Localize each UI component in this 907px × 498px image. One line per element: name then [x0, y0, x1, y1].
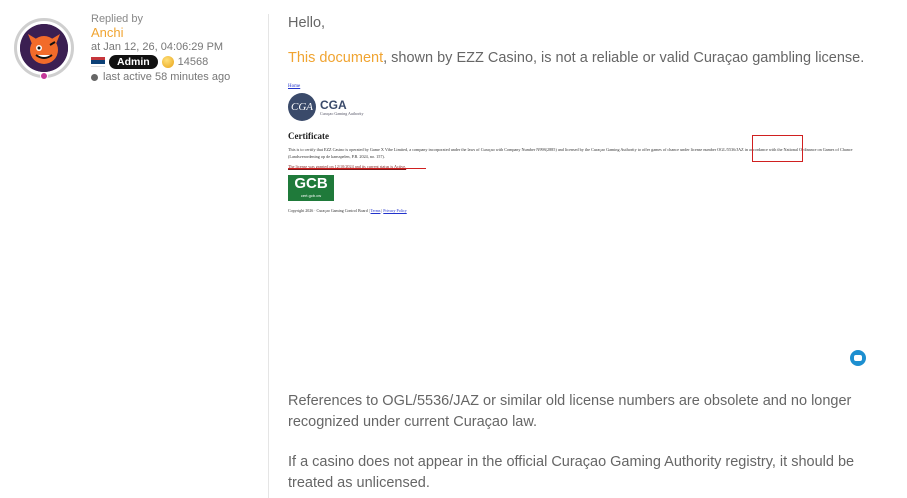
- points-count: 14568: [177, 56, 209, 68]
- copyright-text: Copyright 2026 · Curaçao Gaming Control …: [288, 208, 370, 213]
- post-date: at Jan 12, 26, 04:06:29 PM: [91, 41, 224, 53]
- coin-icon: [161, 56, 174, 68]
- avatar[interactable]: [14, 18, 74, 78]
- gcb-logo-text: GCB: [294, 175, 328, 192]
- certificate-heading: Certificate: [288, 131, 329, 141]
- cga-title: CGA: [320, 98, 347, 112]
- last-active-text: last active 58 minutes ago: [103, 71, 231, 83]
- username-link[interactable]: Anchi: [91, 26, 230, 40]
- privacy-link: Privacy Policy: [383, 208, 407, 213]
- role-badge: Admin: [109, 55, 158, 69]
- certificate-home-link: Home: [288, 84, 301, 89]
- chat-icon: [854, 355, 862, 361]
- cga-subtitle: Curaçao Gaming Authority: [320, 111, 364, 116]
- user-badges: Admin 14568: [91, 55, 230, 69]
- flag-icon: [91, 57, 105, 67]
- terms-link: Terms: [370, 208, 381, 213]
- replied-label: Replied by: [91, 13, 143, 25]
- avatar-icon: [20, 24, 68, 72]
- certificate-screenshot[interactable]: Home CGA CGA Curaçao Gaming Authority Ce…: [288, 84, 873, 224]
- column-divider: [268, 14, 269, 498]
- gcb-logo: GCB cert.gcb.cw: [288, 175, 334, 201]
- highlight-box: [752, 135, 803, 162]
- greeting: Hello,: [288, 15, 326, 31]
- obsolete-paragraph: References to OGL/5536/JAZ or similar ol…: [288, 393, 852, 430]
- registry-paragraph: If a casino does not appear in the offic…: [288, 454, 855, 491]
- highlight-underline: [288, 168, 426, 169]
- cga-logo: CGA: [288, 93, 316, 121]
- post-author-sidebar: Replied by Anchi at Jan 12, 26, 04:06:29…: [0, 0, 268, 498]
- chat-button[interactable]: [850, 350, 866, 366]
- status-dot-icon: [91, 73, 98, 81]
- last-active: last active 58 minutes ago: [91, 70, 230, 84]
- gcb-logo-url: cert.gcb.cw: [300, 193, 322, 198]
- online-indicator: [40, 72, 48, 80]
- document-link[interactable]: This document: [288, 50, 383, 66]
- intro-rest: , shown by EZZ Casino, is not a reliable…: [383, 50, 865, 66]
- intro-paragraph: This document, shown by EZZ Casino, is n…: [288, 48, 888, 69]
- post-meta: Replied by Anchi at Jan 12, 26, 04:06:29…: [91, 12, 230, 84]
- certificate-footer: Copyright 2026 · Curaçao Gaming Control …: [288, 208, 407, 213]
